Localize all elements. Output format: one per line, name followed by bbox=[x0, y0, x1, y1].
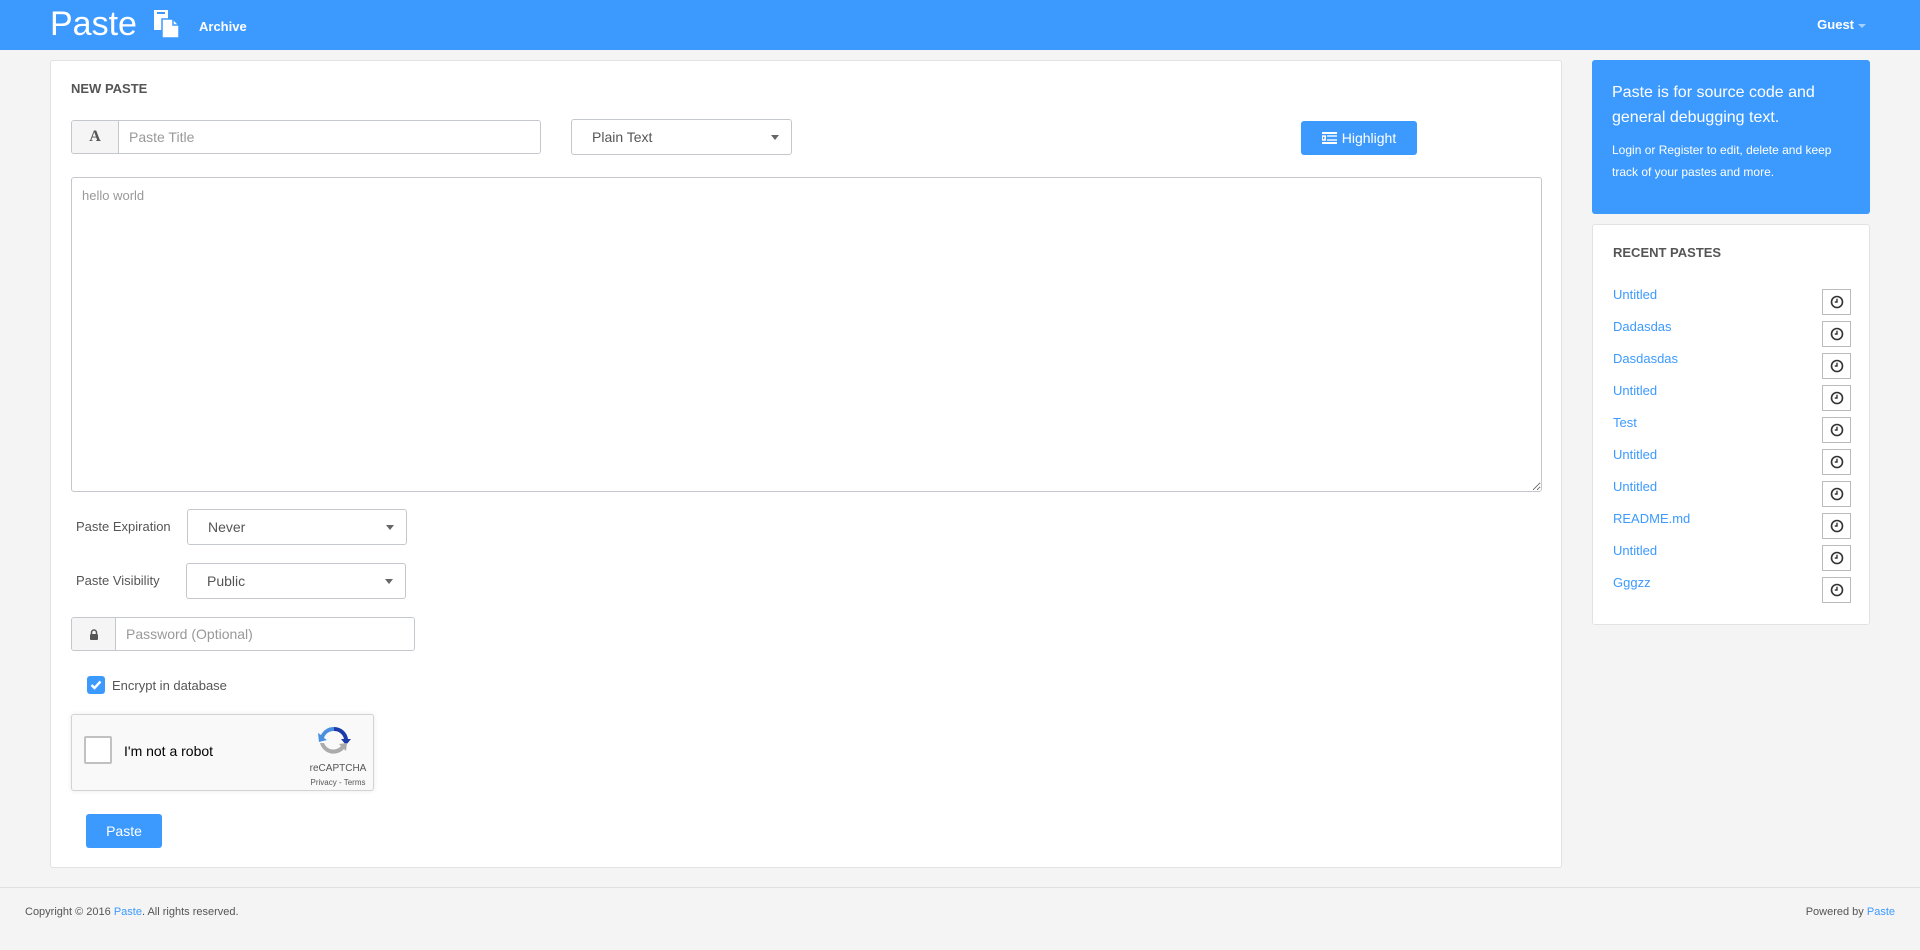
password-input[interactable] bbox=[116, 618, 414, 650]
recent-paste-item: Test bbox=[1613, 415, 1851, 447]
panel-title: NEW PASTE bbox=[71, 81, 148, 96]
visibility-select[interactable]: Public bbox=[186, 563, 406, 599]
syntax-select[interactable]: Plain Text bbox=[571, 119, 792, 155]
clock-icon[interactable] bbox=[1822, 385, 1851, 411]
info-box: Paste is for source code and general deb… bbox=[1592, 60, 1870, 214]
caret-down-icon bbox=[771, 135, 779, 140]
expiration-select-value: Never bbox=[208, 519, 246, 535]
clock-icon[interactable] bbox=[1822, 321, 1851, 347]
powered-by-paste-link[interactable]: Paste bbox=[1867, 906, 1895, 918]
encrypt-checkbox-row[interactable]: Encrypt in database bbox=[87, 676, 227, 694]
paste-title-input[interactable] bbox=[119, 121, 540, 153]
recent-paste-link[interactable]: Untitled bbox=[1613, 479, 1657, 495]
syntax-select-value: Plain Text bbox=[592, 129, 653, 145]
checkmark-icon bbox=[90, 680, 102, 690]
recent-paste-link[interactable]: README.md bbox=[1613, 511, 1690, 527]
clock-icon[interactable] bbox=[1822, 513, 1851, 539]
clock-icon[interactable] bbox=[1822, 417, 1851, 443]
recent-paste-link[interactable]: Untitled bbox=[1613, 287, 1657, 303]
recaptcha-label: I'm not a robot bbox=[124, 743, 214, 759]
recent-pastes-list: Untitled Dadasdas Dasdasdas Untitled Test Unt… bbox=[1613, 287, 1851, 607]
clock-icon[interactable] bbox=[1822, 481, 1851, 507]
recent-paste-link[interactable]: Untitled bbox=[1613, 447, 1657, 463]
caret-down-icon bbox=[385, 579, 393, 584]
powered-by-prefix: Powered by bbox=[1805, 906, 1867, 918]
caret-down-icon bbox=[1858, 23, 1866, 28]
recent-paste-link[interactable]: Dadasdas bbox=[1613, 319, 1672, 335]
paste-title-group: A bbox=[71, 120, 541, 154]
recaptcha-widget: I'm not a robot reCAPTCHA Privacy - Term… bbox=[71, 714, 374, 791]
footer: Copyright © 2016 Paste. All rights reser… bbox=[0, 887, 1920, 950]
recent-paste-item: Untitled bbox=[1613, 479, 1851, 511]
visibility-label: Paste Visibility bbox=[76, 573, 160, 588]
new-paste-panel: NEW PASTE A Plain Text Highlight hello w… bbox=[50, 60, 1562, 868]
clock-icon[interactable] bbox=[1822, 449, 1851, 475]
highlight-label: Highlight bbox=[1341, 130, 1397, 146]
expiration-label: Paste Expiration bbox=[76, 519, 171, 534]
recent-paste-link[interactable]: Dasdasdas bbox=[1613, 351, 1678, 367]
nav-archive-link[interactable]: Archive bbox=[199, 19, 247, 34]
expiration-select[interactable]: Never bbox=[187, 509, 407, 545]
recent-paste-item: Dasdasdas bbox=[1613, 351, 1851, 383]
encrypt-checkbox[interactable] bbox=[87, 676, 105, 694]
recaptcha-checkbox[interactable] bbox=[84, 736, 112, 764]
recent-paste-item: Untitled bbox=[1613, 287, 1851, 319]
footer-paste-link[interactable]: Paste bbox=[114, 906, 142, 918]
paste-documents-icon bbox=[154, 10, 180, 38]
info-subtitle: Login or Register to edit, delete and ke… bbox=[1612, 143, 1832, 179]
navbar: Paste Archive Guest bbox=[0, 0, 1920, 50]
recent-paste-item: Gggzz bbox=[1613, 575, 1851, 607]
recent-pastes-panel: RECENT PASTES Untitled Dadasdas Dasdasdas U… bbox=[1592, 224, 1870, 625]
recaptcha-brand: reCAPTCHA bbox=[309, 763, 367, 774]
recent-paste-item: Untitled bbox=[1613, 447, 1851, 479]
recent-paste-link[interactable]: Test bbox=[1613, 415, 1637, 431]
paste-content-textarea[interactable]: hello world bbox=[71, 177, 1542, 492]
clock-icon[interactable] bbox=[1822, 289, 1851, 315]
recent-paste-item: Untitled bbox=[1613, 383, 1851, 415]
brand-logo-link[interactable]: Paste bbox=[50, 3, 137, 45]
caret-down-icon bbox=[386, 525, 394, 530]
indent-icon bbox=[1321, 132, 1337, 144]
recent-paste-link[interactable]: Untitled bbox=[1613, 383, 1657, 399]
clock-icon[interactable] bbox=[1822, 577, 1851, 603]
visibility-select-value: Public bbox=[207, 573, 246, 589]
highlight-button[interactable]: Highlight bbox=[1301, 121, 1417, 155]
copyright-text: Copyright © 2016 Paste. All rights reser… bbox=[25, 906, 239, 918]
recent-paste-item: Dadasdas bbox=[1613, 319, 1851, 351]
encrypt-label: Encrypt in database bbox=[112, 677, 227, 693]
password-group bbox=[71, 617, 415, 651]
user-menu-label: Guest bbox=[1817, 17, 1854, 32]
info-title: Paste is for source code and general deb… bbox=[1612, 84, 1815, 126]
copyright-suffix: . All rights reserved. bbox=[141, 906, 239, 918]
copyright-prefix: Copyright © 2016 bbox=[25, 906, 114, 918]
lock-icon bbox=[72, 618, 116, 650]
user-menu-dropdown[interactable]: Guest bbox=[1817, 17, 1866, 32]
font-icon: A bbox=[72, 121, 119, 153]
powered-by-text: Powered by Paste bbox=[1806, 906, 1895, 918]
recent-paste-item: README.md bbox=[1613, 511, 1851, 543]
recent-pastes-title: RECENT PASTES bbox=[1613, 245, 1722, 260]
paste-submit-button[interactable]: Paste bbox=[86, 814, 162, 848]
clock-icon[interactable] bbox=[1822, 545, 1851, 571]
recent-paste-link[interactable]: Gggzz bbox=[1613, 575, 1651, 591]
recent-paste-link[interactable]: Untitled bbox=[1613, 543, 1657, 559]
recaptcha-logo-icon bbox=[318, 726, 351, 754]
recaptcha-privacy-terms-links[interactable]: Privacy - Terms bbox=[306, 778, 370, 787]
clock-icon[interactable] bbox=[1822, 353, 1851, 379]
recent-paste-item: Untitled bbox=[1613, 543, 1851, 575]
